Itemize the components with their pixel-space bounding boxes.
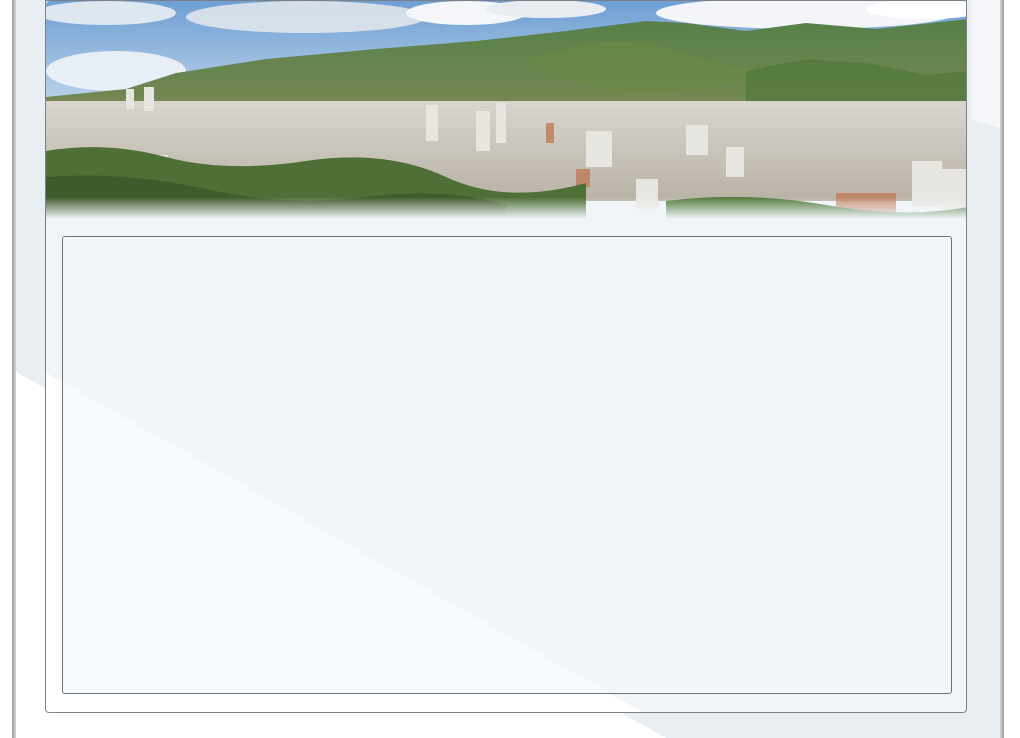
city-panorama-image	[46, 1, 966, 219]
content-panel	[62, 236, 952, 694]
main-container	[45, 0, 967, 713]
banner-image	[46, 1, 966, 219]
page-border-right	[1000, 0, 1004, 738]
page	[0, 0, 1020, 738]
page-border-left	[12, 0, 16, 738]
